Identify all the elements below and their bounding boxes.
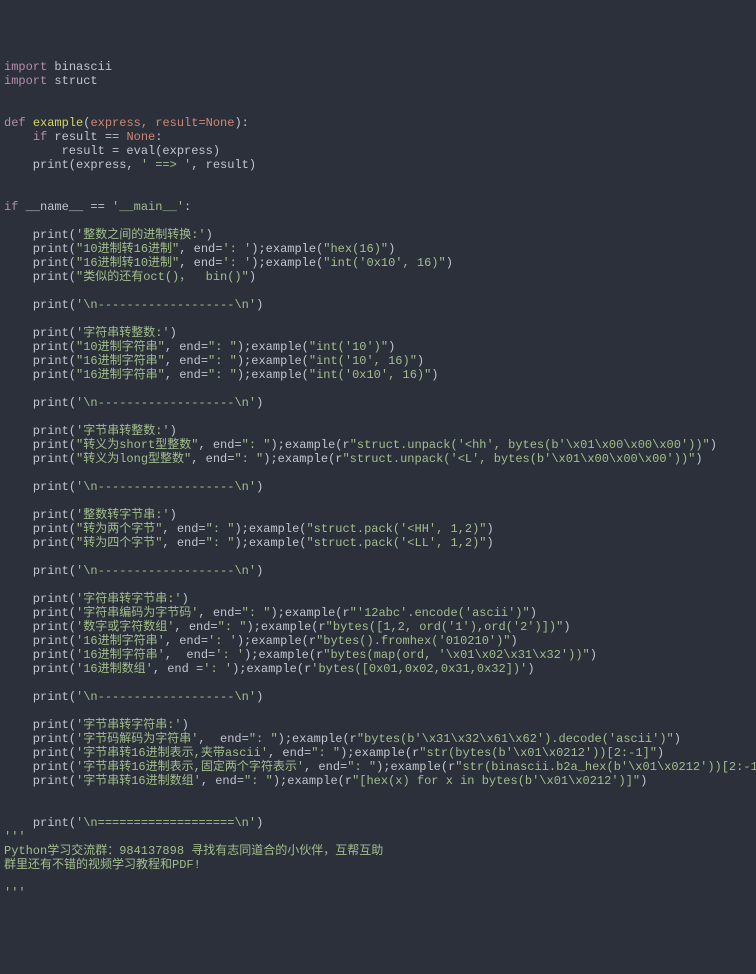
code-block: import binascii import struct def exampl…	[4, 60, 752, 900]
